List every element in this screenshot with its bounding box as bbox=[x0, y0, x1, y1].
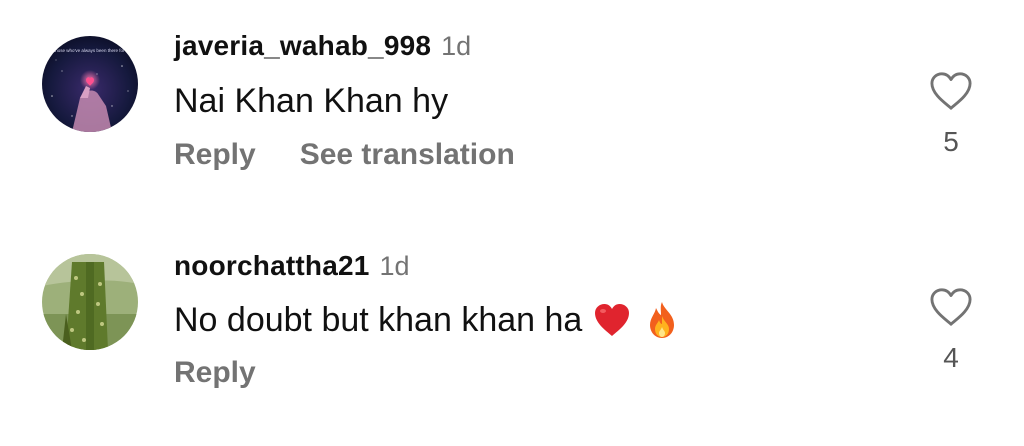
comment-actions: Reply bbox=[174, 356, 256, 390]
comment-actions: Reply See translation bbox=[174, 138, 515, 172]
like-section: 4 bbox=[922, 286, 980, 374]
comment-text: Nai Khan Khan hy bbox=[174, 82, 448, 121]
timestamp: 1d bbox=[441, 31, 472, 61]
comment: noorchattha21 1d No doubt but khan khan … bbox=[0, 220, 1024, 446]
see-translation-button[interactable]: See translation bbox=[300, 138, 515, 172]
comment-header: javeria_wahab_998 1d bbox=[174, 30, 471, 62]
timestamp: 1d bbox=[379, 251, 410, 281]
reply-button[interactable]: Reply bbox=[174, 356, 256, 390]
avatar-caption: To those who've always been there for me bbox=[48, 48, 132, 53]
comment-header: noorchattha21 1d bbox=[174, 250, 410, 282]
like-count: 4 bbox=[943, 342, 959, 373]
comment-body: Nai Khan Khan hy bbox=[174, 82, 449, 120]
heart-emoji bbox=[595, 304, 630, 336]
heart-outline-icon[interactable] bbox=[928, 286, 974, 328]
fire-emoji bbox=[650, 302, 675, 338]
avatar[interactable] bbox=[42, 254, 138, 350]
avatar[interactable]: To those who've always been there for me bbox=[42, 36, 138, 132]
like-section: 5 bbox=[922, 70, 980, 158]
comment-text: No doubt but khan khan ha bbox=[174, 300, 682, 340]
heart-outline-icon[interactable] bbox=[928, 70, 974, 112]
comment: To those who've always been there for me… bbox=[0, 0, 1024, 220]
username[interactable]: javeria_wahab_998 bbox=[174, 30, 431, 62]
comment-body: No doubt but khan khan ha bbox=[174, 300, 583, 339]
username[interactable]: noorchattha21 bbox=[174, 250, 370, 282]
reply-button[interactable]: Reply bbox=[174, 138, 256, 172]
like-count: 5 bbox=[943, 126, 959, 157]
